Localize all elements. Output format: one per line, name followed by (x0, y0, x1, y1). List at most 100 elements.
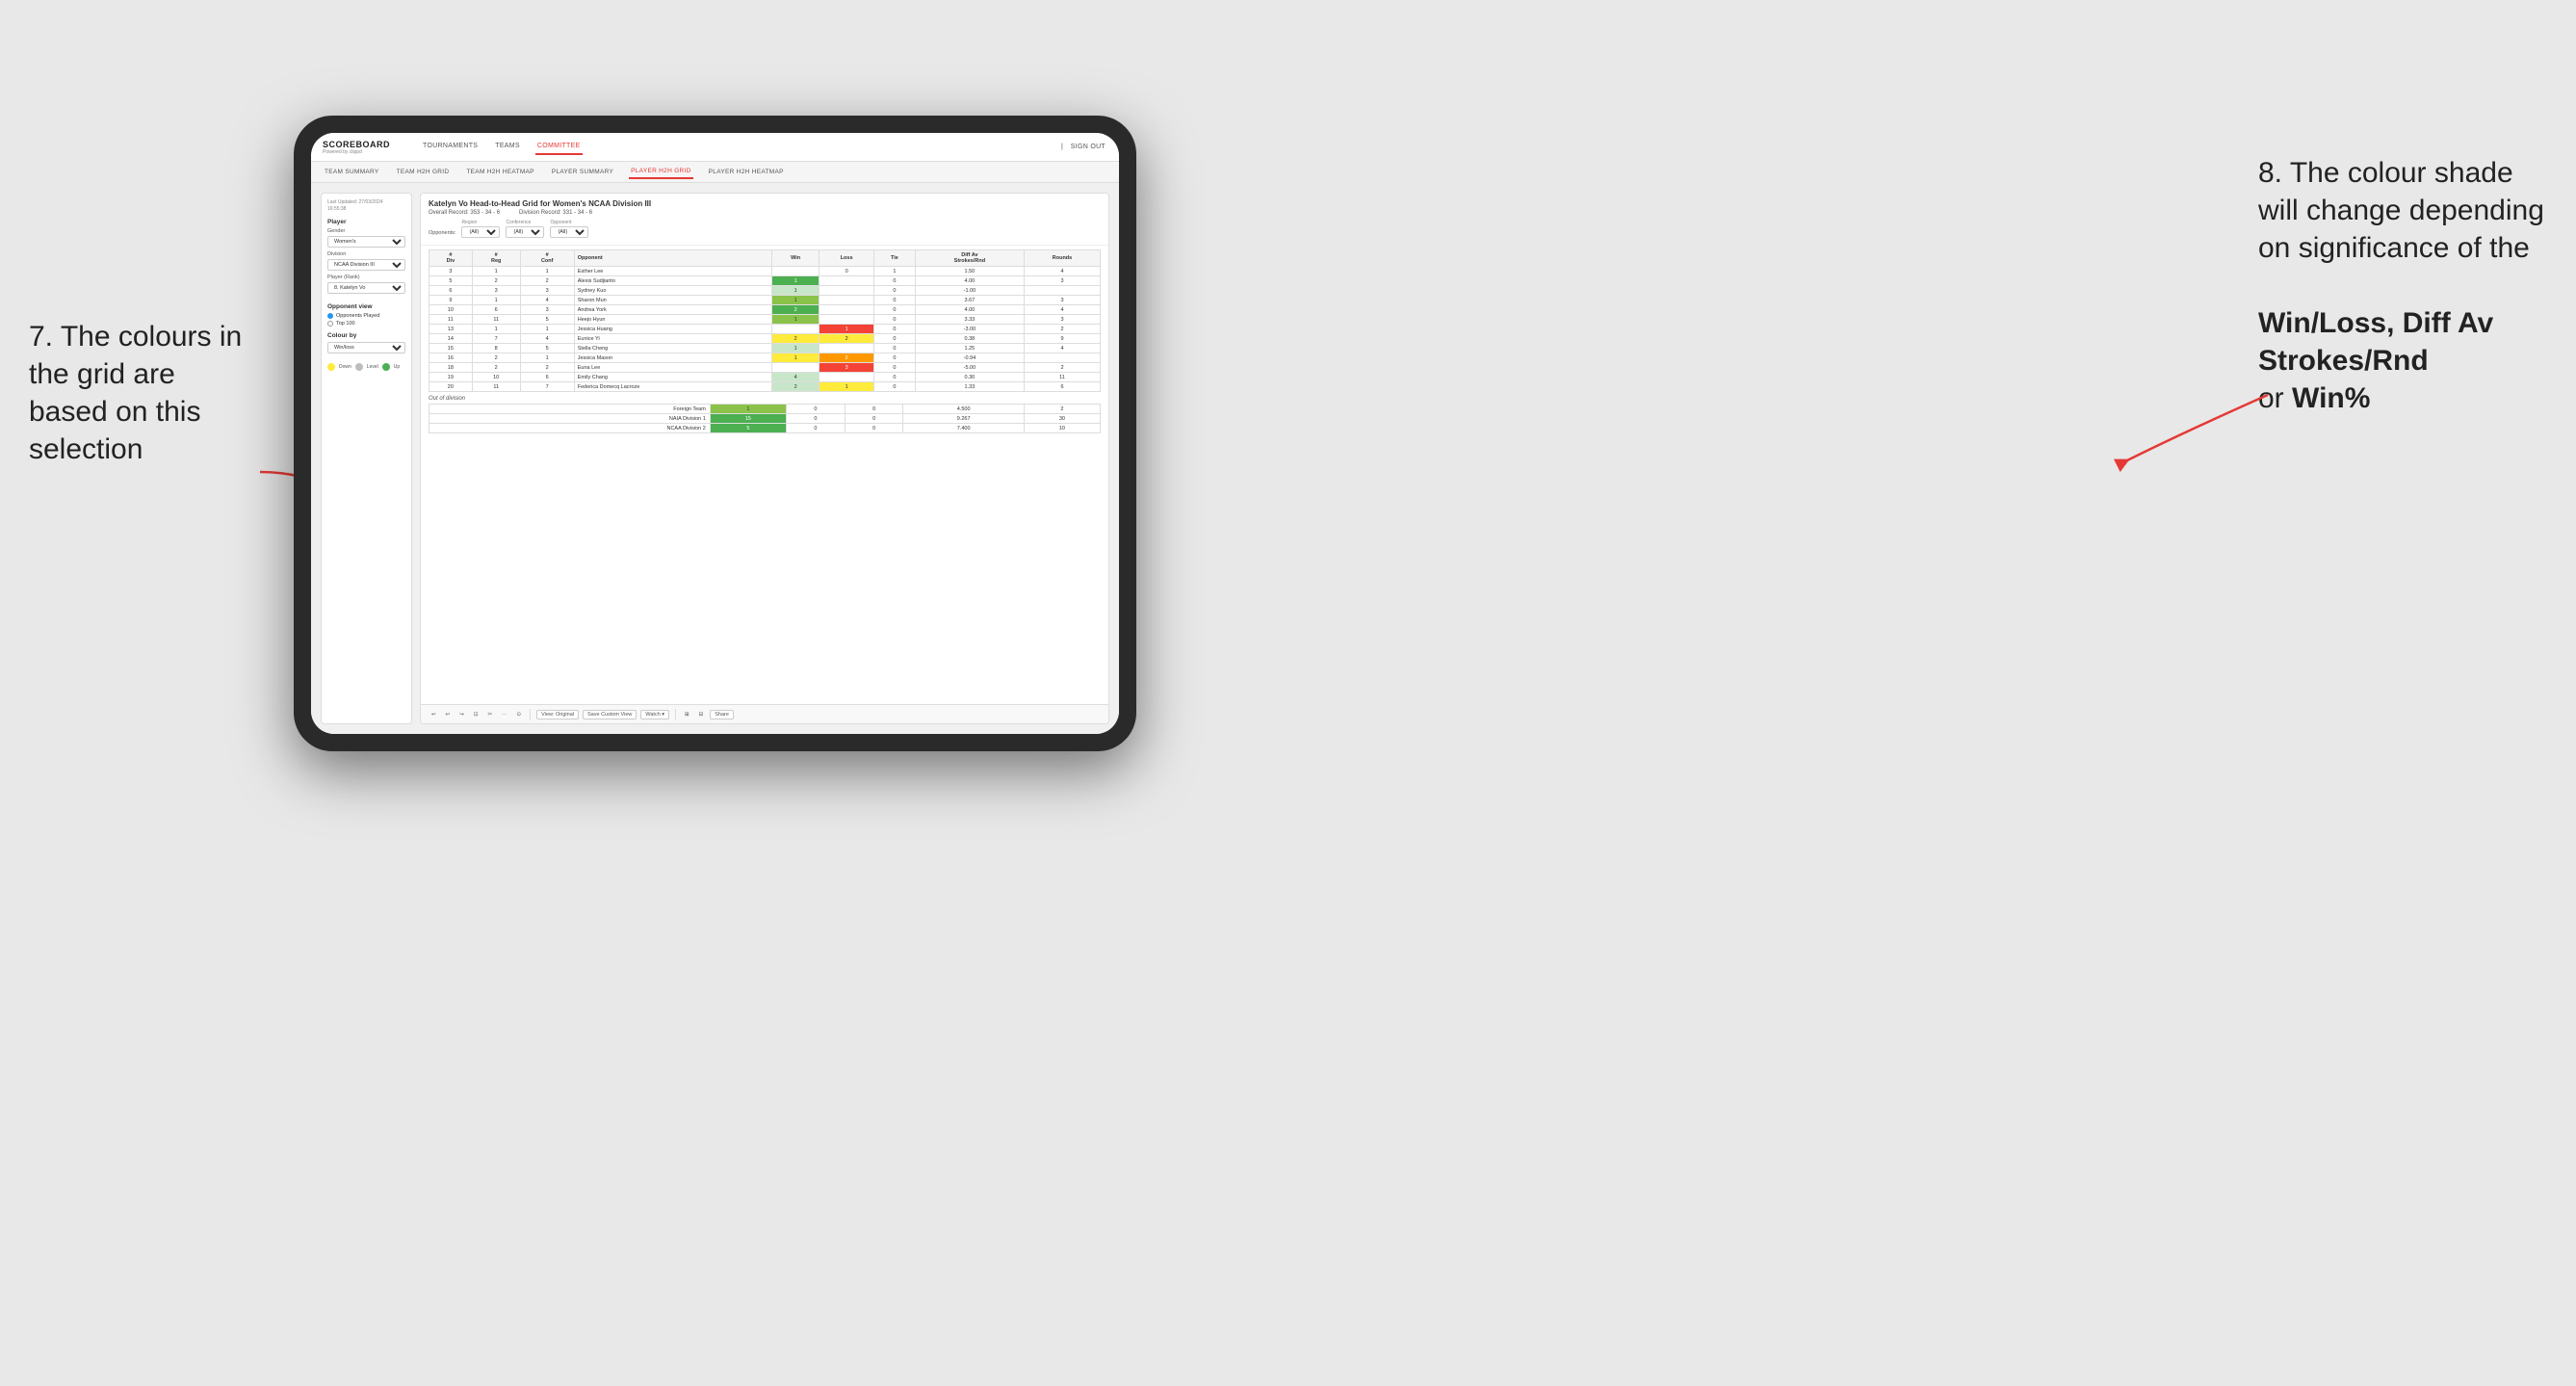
cell-diff: -5.00 (915, 363, 1024, 373)
cell-tie: 0 (874, 286, 916, 296)
nav-committee[interactable]: COMMITTEE (535, 139, 583, 155)
table-row: 11 11 5 Heejo Hyun 1 0 3.33 3 (429, 315, 1101, 325)
cell-loss (820, 276, 874, 286)
nav-player-summary[interactable]: PLAYER SUMMARY (550, 166, 615, 178)
refresh-btn[interactable]: ⊙ (514, 711, 525, 719)
cell-diff: 1.25 (915, 344, 1024, 353)
cell-ood-name: NCAA Division 2 (429, 424, 711, 433)
radio-opponents-played[interactable]: Opponents Played (327, 313, 405, 319)
share-btn[interactable]: Share (710, 710, 734, 719)
cell-opponent: Andrea York (574, 305, 771, 315)
top-nav: SCOREBOARD Powered by clippd TOURNAMENTS… (311, 133, 1119, 162)
cell-opponent: Jessica Mason (574, 353, 771, 363)
opponent-view-title: Opponent view (327, 303, 405, 310)
division-select[interactable]: NCAA Division III (327, 259, 405, 271)
region-select[interactable]: (All) (461, 226, 500, 238)
nav-player-h2h-grid[interactable]: PLAYER H2H GRID (629, 165, 693, 179)
nav-team-h2h-heatmap[interactable]: TEAM H2H HEATMAP (464, 166, 535, 178)
radio-dot-top100 (327, 321, 333, 327)
view-original-btn[interactable]: View: Original (536, 710, 579, 719)
left-panel: Last Updated: 27/03/2024 16:55:38 Player… (321, 193, 412, 724)
save-custom-view-btn[interactable]: Save Custom View (583, 710, 637, 719)
cell-loss: 1 (820, 325, 874, 334)
cell-ood-diff: 7.400 (903, 424, 1024, 433)
opponent-filter: Opponent (All) (550, 220, 588, 238)
cell-conf: 4 (520, 334, 574, 344)
cell-diff: 0.38 (915, 334, 1024, 344)
cell-ood-diff: 4.500 (903, 405, 1024, 414)
col-win: Win (772, 250, 820, 267)
layout-btn[interactable]: ⊞ (682, 711, 692, 719)
cell-tie: 0 (874, 382, 916, 392)
cell-rounds: 3 (1024, 296, 1100, 305)
cell-loss (820, 305, 874, 315)
radio-dot-opponents (327, 313, 333, 319)
cell-reg: 6 (472, 305, 520, 315)
col-loss: Loss (820, 250, 874, 267)
cell-rounds (1024, 353, 1100, 363)
annotation-right: 8. The colour shade will change dependin… (2258, 154, 2547, 417)
cell-rounds: 4 (1024, 305, 1100, 315)
undo-btn[interactable]: ↩ (429, 711, 439, 719)
nav-tournaments[interactable]: TOURNAMENTS (421, 139, 480, 155)
cell-tie: 1 (874, 267, 916, 276)
colour-by-select[interactable]: Win/loss (327, 342, 405, 353)
cell-rounds: 2 (1024, 363, 1100, 373)
table-row: 15 8 5 Stella Cheng 1 0 1.25 4 (429, 344, 1101, 353)
filters-row: Opponents: Region (All) Conference (All) (429, 220, 1101, 238)
cell-win: 1 (772, 344, 820, 353)
watch-btn[interactable]: Watch ▾ (640, 710, 669, 719)
nav-teams[interactable]: TEAMS (493, 139, 522, 155)
cell-loss (820, 296, 874, 305)
cell-tie: 0 (874, 353, 916, 363)
player-section-title: Player (327, 219, 405, 225)
out-of-division-row: NAIA Division 1 15 0 0 9.267 30 (429, 414, 1101, 424)
legend-down-dot (327, 363, 335, 371)
opponent-select[interactable]: (All) (550, 226, 588, 238)
cell-rounds: 11 (1024, 373, 1100, 382)
cell-win: 2 (772, 382, 820, 392)
cell-ood-rounds: 2 (1024, 405, 1100, 414)
annotation-left: 7. The colours in the grid are based on … (29, 318, 260, 468)
cell-opponent: Sydney Kuo (574, 286, 771, 296)
nav-player-h2h-heatmap[interactable]: PLAYER H2H HEATMAP (707, 166, 786, 178)
cell-ood-win: 5 (710, 424, 786, 433)
cell-ood-tie: 0 (845, 414, 903, 424)
cell-rounds: 2 (1024, 325, 1100, 334)
cut-btn[interactable]: ✂ (484, 711, 495, 719)
cell-conf: 1 (520, 267, 574, 276)
table-row: 16 2 1 Jessica Mason 1 2 0 -0.94 (429, 353, 1101, 363)
separator2 (675, 709, 676, 720)
right-arrow (2104, 385, 2277, 482)
cell-tie: 0 (874, 373, 916, 382)
colour-by-title: Colour by (327, 332, 405, 339)
player-rank-select[interactable]: 8. Katelyn Vo (327, 282, 405, 294)
cell-win: 1 (772, 276, 820, 286)
cell-div: 11 (429, 315, 473, 325)
grid-table-wrapper: #Div #Reg #Conf Opponent Win Loss Tie Di… (421, 246, 1108, 704)
redo-btn[interactable]: ↪ (456, 711, 467, 719)
table-row: 13 1 1 Jessica Huang 1 0 -3.00 2 (429, 325, 1101, 334)
last-updated: Last Updated: 27/03/2024 16:55:38 (327, 199, 405, 213)
sign-out-button[interactable]: Sign out (1069, 140, 1107, 154)
cell-loss (820, 286, 874, 296)
table-btn[interactable]: ⊟ (696, 711, 707, 719)
cell-ood-rounds: 10 (1024, 424, 1100, 433)
cell-tie: 0 (874, 296, 916, 305)
cell-opponent: Eunice Yi (574, 334, 771, 344)
radio-top100[interactable]: Top 100 (327, 321, 405, 327)
nav-team-h2h-grid[interactable]: TEAM H2H GRID (395, 166, 452, 178)
cell-ood-loss: 0 (787, 414, 846, 424)
table-row: 3 1 1 Esther Lee 0 1 1.50 4 (429, 267, 1101, 276)
undo2-btn[interactable]: ↩ (443, 711, 454, 719)
copy-btn[interactable]: ⊡ (471, 711, 481, 719)
more-btn[interactable]: ··· (499, 711, 510, 719)
nav-team-summary[interactable]: TEAM SUMMARY (323, 166, 381, 178)
separator1 (530, 709, 531, 720)
cell-tie: 0 (874, 276, 916, 286)
conference-select[interactable]: (All) (506, 226, 544, 238)
out-of-division-row: Foreign Team 1 0 0 4.500 2 (429, 405, 1101, 414)
gender-select[interactable]: Women's (327, 236, 405, 248)
tablet-screen: SCOREBOARD Powered by clippd TOURNAMENTS… (311, 133, 1119, 734)
cell-div: 15 (429, 344, 473, 353)
